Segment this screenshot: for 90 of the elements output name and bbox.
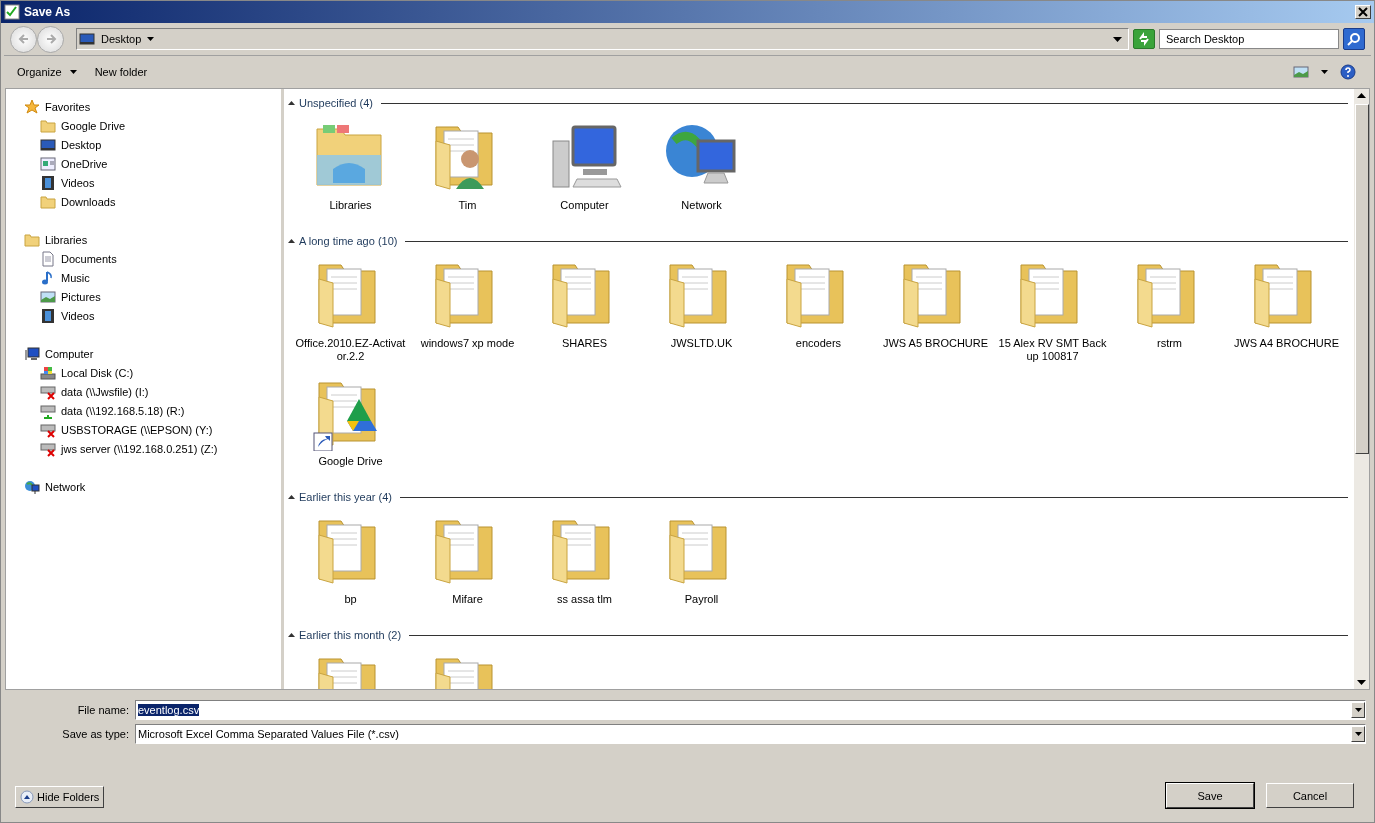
sidebar-item[interactable]: USBSTORAGE (\\EPSON) (Y:) xyxy=(24,420,281,439)
collapse-caret-icon[interactable] xyxy=(288,495,295,499)
save-as-type-dropdown[interactable]: Microsoft Excel Comma Separated Values File (*.csv) xyxy=(135,724,1366,744)
group-header[interactable]: Earlier this year (4) xyxy=(299,491,392,503)
item-label[interactable]: Network xyxy=(646,199,757,212)
monitor-icon xyxy=(79,31,95,47)
sidebar-item[interactable]: OneDrive xyxy=(24,154,281,173)
close-button[interactable] xyxy=(1355,5,1371,19)
computer-icon xyxy=(24,345,40,362)
sidebar-item[interactable]: Google Drive xyxy=(24,116,281,135)
item-label[interactable]: bp xyxy=(295,593,406,606)
picture-icon xyxy=(40,288,56,305)
search-field[interactable]: Search Desktop xyxy=(1159,29,1339,49)
film-icon xyxy=(40,307,56,324)
scroll-thumb[interactable] xyxy=(1354,104,1369,454)
sidebar-item[interactable]: Downloads xyxy=(24,192,281,211)
search-button[interactable] xyxy=(1343,28,1365,50)
folder-icon xyxy=(40,193,56,210)
group-header[interactable]: Earlier this month (2) xyxy=(299,629,402,641)
collapse-caret-icon[interactable] xyxy=(288,239,295,243)
item-label[interactable]: Computer xyxy=(529,199,640,212)
collapse-caret-icon[interactable] xyxy=(288,101,295,105)
cancel-button[interactable]: Cancel xyxy=(1266,783,1354,808)
sidebar-item[interactable]: jws server (\\192.168.0.251) (Z:) xyxy=(24,439,281,458)
group-header[interactable]: Unspecified (4) xyxy=(299,97,373,109)
star-icon xyxy=(24,98,40,115)
sidebar-item[interactable]: Pictures xyxy=(24,287,281,306)
search-icon xyxy=(1347,32,1361,46)
dropdown-caret-icon[interactable] xyxy=(1354,708,1362,712)
scroll-up-icon[interactable] xyxy=(1357,93,1366,98)
folder-icon xyxy=(40,117,56,134)
disk-drive-icon xyxy=(40,364,56,381)
item-label[interactable]: Tim xyxy=(412,199,523,212)
item-label[interactable]: rstrm xyxy=(1114,337,1225,350)
monitor-icon xyxy=(40,136,56,153)
refresh-arrows-icon xyxy=(1137,32,1151,46)
item-label[interactable]: Payroll xyxy=(646,593,757,606)
item-label[interactable]: 15 Alex RV SMT Backup 100817 xyxy=(997,337,1108,363)
item-label[interactable]: windows7 xp mode xyxy=(412,337,523,350)
sidebar-item[interactable]: Libraries xyxy=(24,230,281,249)
sidebar-item[interactable]: data (\\192.168.5.18) (R:) xyxy=(24,401,281,420)
item-label[interactable]: ss assa tlm xyxy=(529,593,640,606)
scroll-down-icon[interactable] xyxy=(1357,680,1366,685)
file-name-field[interactable]: eventlog.csv xyxy=(135,700,1366,720)
refresh-button[interactable] xyxy=(1133,29,1155,49)
scrollbar[interactable] xyxy=(1354,89,1369,689)
item-label[interactable]: Mifare xyxy=(412,593,523,606)
sidebar-item[interactable]: Desktop xyxy=(24,135,281,154)
save-button[interactable]: Save xyxy=(1166,783,1254,808)
group-header[interactable]: A long time ago (10) xyxy=(299,235,398,247)
film-icon xyxy=(40,174,56,191)
folder-icon xyxy=(24,231,40,248)
item-label[interactable]: Office.2010.EZ-Activator.2.2 xyxy=(295,337,406,363)
window-icon xyxy=(40,155,56,172)
caret-icon xyxy=(69,70,77,74)
document-icon xyxy=(40,250,56,267)
sidebar-item[interactable]: Documents xyxy=(24,249,281,268)
hide-folders-button[interactable]: Hide Folders xyxy=(15,786,105,808)
item-label[interactable]: JWS A4 BROCHURE xyxy=(1231,337,1342,350)
window-title: Save As xyxy=(24,5,71,19)
item-label[interactable]: Libraries xyxy=(295,199,406,212)
caret-icon[interactable] xyxy=(147,37,155,41)
view-menu-caret-icon[interactable] xyxy=(1321,70,1328,74)
item-label[interactable]: JWSLTD.UK xyxy=(646,337,757,350)
picture-icon xyxy=(1293,64,1309,80)
sidebar-item[interactable]: data (\\Jwsfile) (I:) xyxy=(24,382,281,401)
address-bar[interactable]: Desktop xyxy=(76,28,1129,50)
item-label[interactable]: Google Drive xyxy=(295,455,406,468)
globe-computer-icon xyxy=(24,478,40,495)
organize-menu[interactable]: Organize xyxy=(11,64,83,80)
dropdown-caret-icon[interactable] xyxy=(1354,732,1362,736)
address-location[interactable]: Desktop xyxy=(101,33,142,45)
new-folder-button[interactable]: New folder xyxy=(88,64,154,80)
collapse-up-icon xyxy=(20,790,34,804)
sidebar-item[interactable]: Videos xyxy=(24,306,281,325)
item-label[interactable]: encoders xyxy=(763,337,874,350)
field-label: File name: xyxy=(76,704,129,716)
item-label[interactable]: SHARES xyxy=(529,337,640,350)
sidebar-item[interactable]: Music xyxy=(24,268,281,287)
sidebar-item[interactable]: Videos xyxy=(24,173,281,192)
field-label: Save as type: xyxy=(61,728,129,740)
help-icon xyxy=(1340,64,1356,80)
sidebar-item[interactable]: Computer xyxy=(24,344,281,363)
close-icon xyxy=(1358,7,1368,17)
dropdown-caret-icon[interactable] xyxy=(1113,36,1122,42)
sidebar-item[interactable]: Favorites xyxy=(24,97,281,116)
collapse-caret-icon[interactable] xyxy=(288,633,295,637)
sidebar-item[interactable]: Local Disk (C:) xyxy=(24,363,281,382)
item-label[interactable]: JWS A5 BROCHURE xyxy=(880,337,991,350)
sidebar-item[interactable]: Network xyxy=(24,477,281,496)
